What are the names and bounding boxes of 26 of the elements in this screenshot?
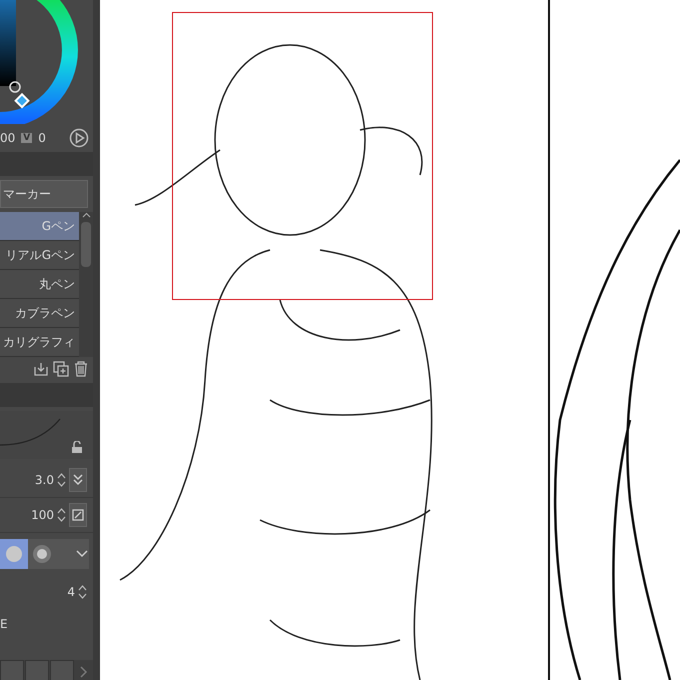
scrollbar-track[interactable] xyxy=(79,212,93,357)
selection-rectangle[interactable] xyxy=(172,12,433,300)
play-icon[interactable] xyxy=(69,128,89,148)
spin-arrows-icon[interactable] xyxy=(57,507,66,523)
tool-group-dropdown[interactable]: マーカー xyxy=(0,180,88,208)
square-slash-icon xyxy=(72,509,84,521)
color-value: 00 xyxy=(0,131,16,145)
value-badge: V xyxy=(21,133,32,143)
count-value[interactable]: 4 xyxy=(67,585,75,599)
opacity-value[interactable]: 100 xyxy=(31,508,54,522)
brush-tip-icon xyxy=(4,544,24,564)
lock-icon[interactable] xyxy=(71,441,83,453)
chevron-up-icon[interactable] xyxy=(82,212,90,218)
setting-label: E xyxy=(0,617,8,631)
spin-arrows-icon[interactable] xyxy=(57,472,66,488)
brush-size-value[interactable]: 3.0 xyxy=(34,473,54,487)
brush-tip-icon xyxy=(32,544,52,564)
opacity-toggle-button[interactable] xyxy=(69,503,87,527)
double-chevron-icon xyxy=(72,473,84,487)
color-value: 0 xyxy=(38,131,46,145)
download-icon[interactable] xyxy=(33,361,49,377)
duplicate-icon[interactable] xyxy=(53,361,69,377)
scrollbar-thumb[interactable] xyxy=(81,222,91,267)
spin-arrows-icon[interactable] xyxy=(78,584,87,600)
size-options-button[interactable] xyxy=(69,468,87,492)
trash-icon[interactable] xyxy=(73,361,89,377)
